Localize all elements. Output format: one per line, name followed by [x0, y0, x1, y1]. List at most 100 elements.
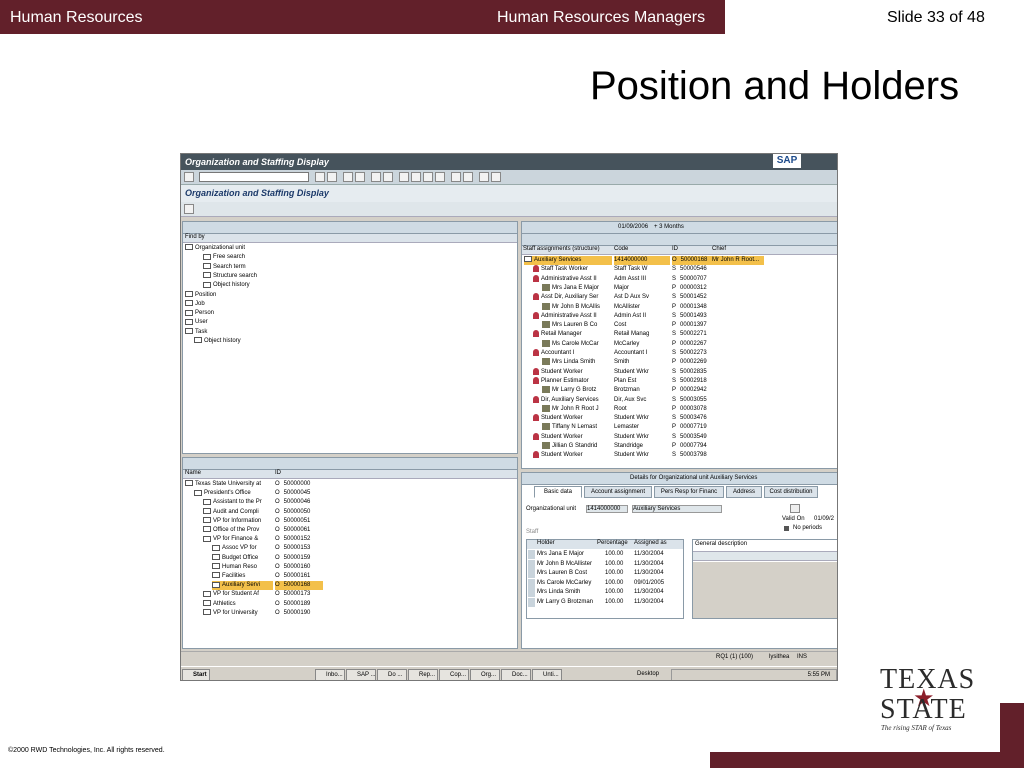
staff-assignment-row[interactable]: Planner Estimator Plan Est S 50002918 [522, 376, 837, 386]
command-field[interactable] [199, 172, 309, 182]
staff-assignment-row[interactable]: Accountant I Accountant I S 50002273 [522, 349, 837, 358]
find-by-item[interactable]: Task [183, 328, 517, 337]
staff-assignment-row[interactable]: Retail Manager Retail Manag S 50002271 [522, 330, 837, 339]
last-page-icon[interactable] [435, 172, 445, 182]
staff-assignment-row[interactable]: Mr John R Root J Root P 00003078 [522, 404, 837, 414]
save-icon[interactable] [327, 172, 337, 182]
row-selector[interactable] [528, 578, 535, 588]
holder-row[interactable]: Ms Carole McCarley 100.00 09/01/2005 [527, 578, 683, 588]
id-cell: P 00001397 [672, 321, 712, 330]
find-by-item[interactable]: Search term [183, 263, 517, 272]
staff-assignment-row[interactable]: Staff Task Worker Staff Task W S 50000546 [522, 265, 837, 274]
taskbar-item[interactable]: Inbo... [315, 669, 345, 680]
hitlist-row[interactable]: Auxiliary Servi O 50000168 [183, 581, 517, 591]
taskbar-item[interactable]: Org... [470, 669, 500, 680]
staff-assignment-row[interactable]: Administrative Asst II Admin Ast II S 50001… [522, 311, 837, 321]
find-by-item[interactable]: Organizational unit [183, 244, 517, 253]
row-selector[interactable] [528, 597, 535, 607]
row-selector[interactable] [528, 550, 535, 559]
staff-assignment-row[interactable]: Student Worker Student Wrkr S 50003549 [522, 432, 837, 442]
find-by-item[interactable]: Object history [183, 337, 517, 346]
shortcut-icon[interactable] [463, 172, 473, 182]
hitlist-row[interactable]: VP for Finance & O 50000152 [183, 535, 517, 544]
taskbar-item[interactable]: Unti... [532, 669, 562, 680]
back-icon[interactable] [315, 172, 325, 182]
hitlist-row[interactable]: Assistant to the Pr O 50000046 [183, 498, 517, 507]
hitlist-row[interactable]: Texas State University at O 50000000 [183, 480, 517, 489]
row-selector[interactable] [528, 559, 535, 569]
hitlist-id: 50000168 [283, 582, 311, 589]
next-page-icon[interactable] [423, 172, 433, 182]
taskbar-item[interactable]: Do ... [377, 669, 407, 680]
wand-icon[interactable] [184, 204, 194, 214]
hitlist-row[interactable]: President's Office O 50000045 [183, 489, 517, 498]
staff-assignment-row[interactable]: Auxiliary Services 1414000000 O 50000168 Mr … [522, 256, 837, 265]
hitlist-row[interactable]: Audit and Compli O 50000050 [183, 508, 517, 517]
hitlist-row[interactable]: Budget Office O 50000159 [183, 554, 517, 563]
tab-cost-distribution[interactable]: Cost distribution [764, 486, 818, 498]
staff-assignment-row[interactable]: Dir, Auxiliary Services Dir, Aux Svc S 5000… [522, 395, 837, 405]
row-selector[interactable] [528, 588, 535, 597]
print-icon[interactable] [371, 172, 381, 182]
hitlist-row[interactable]: Office of the Prov O 50000061 [183, 526, 517, 535]
staff-assignment-row[interactable]: Administrative Asst II Adm Asst III S 50000… [522, 274, 837, 284]
no-periods-checkbox[interactable] [784, 526, 789, 531]
tab-account-assignment[interactable]: Account assignment [584, 486, 652, 498]
staff-assignment-row[interactable]: Mr Larry G Brotz Brotzman P 00002942 [522, 386, 837, 395]
structure-cell: Ms Carole McCar [542, 339, 612, 349]
tab-address[interactable]: Address [726, 486, 762, 498]
hitlist-row[interactable]: Athletics O 50000189 [183, 600, 517, 609]
taskbar-item[interactable]: SAP ... [346, 669, 376, 680]
holder-row[interactable]: Mr John B McAllister 100.00 11/30/2004 [527, 559, 683, 569]
description-text-area[interactable] [693, 562, 837, 618]
enter-icon[interactable] [184, 172, 194, 182]
layout-icon[interactable] [491, 172, 501, 182]
hitlist-row[interactable]: VP for University O 50000190 [183, 609, 517, 618]
hitlist-row[interactable]: Assoc VP for O 50000153 [183, 544, 517, 553]
hitlist-row[interactable]: Facilities O 50000161 [183, 572, 517, 581]
staff-assignment-row[interactable]: Student Worker Student Wrkr S 50003798 [522, 451, 837, 460]
tab-pers-resp-for-financ[interactable]: Pers Resp for Financ [654, 486, 724, 498]
first-page-icon[interactable] [399, 172, 409, 182]
staff-assignment-row[interactable]: Mrs Lauren B Co Cost P 00001397 [522, 321, 837, 330]
hitlist-row[interactable]: VP for Information O 50000051 [183, 517, 517, 526]
hitlist-id-cell: O 50000190 [275, 609, 323, 618]
new-session-icon[interactable] [451, 172, 461, 182]
holder-row[interactable]: Mrs Linda Smith 100.00 11/30/2004 [527, 588, 683, 597]
find-by-item[interactable]: User [183, 318, 517, 327]
find-icon[interactable] [383, 172, 393, 182]
staff-assignment-row[interactable]: Student Worker Student Wrkr S 50003476 [522, 414, 837, 423]
find-by-item[interactable]: Person [183, 309, 517, 318]
help-icon[interactable] [479, 172, 489, 182]
find-by-item[interactable]: Object history [183, 281, 517, 290]
taskbar-item[interactable]: Cop... [439, 669, 469, 680]
zoom-icon[interactable] [790, 504, 800, 513]
tab-basic-data[interactable]: Basic data [534, 486, 582, 498]
find-by-item[interactable]: Structure search [183, 272, 517, 281]
holder-row[interactable]: Mrs Lauren B Cost 100.00 11/30/2004 [527, 569, 683, 578]
hitlist-row[interactable]: Human Reso O 50000160 [183, 563, 517, 572]
staff-assignment-row[interactable]: Mrs Linda Smith Smith P 00002269 [522, 358, 837, 367]
staff-assignment-row[interactable]: Ms Carole McCar McCarley P 00002267 [522, 339, 837, 349]
staff-assignment-row[interactable]: Mr John B McAllis McAllister P 00001348 [522, 302, 837, 312]
desktop-toolbar-label[interactable]: Desktop [635, 669, 669, 680]
sap-window: Organization and Staffing Display SAP Or… [180, 153, 838, 681]
holder-row[interactable]: Mrs Jana E Major 100.00 11/30/2004 [527, 550, 683, 559]
staff-assignment-row[interactable]: Student Worker Student Wrkr S 50002835 [522, 367, 837, 377]
staff-assignment-row[interactable]: Tiffany N Lemast Lemaster P 00007719 [522, 423, 837, 432]
staff-assignment-row[interactable]: Asst Dir, Auxiliary Ser Ast D Aux Sv S 5000… [522, 293, 837, 302]
find-by-item[interactable]: Job [183, 300, 517, 309]
row-selector[interactable] [528, 569, 535, 578]
taskbar-item[interactable]: Doc... [501, 669, 531, 680]
find-by-item[interactable]: Free search [183, 253, 517, 262]
hitlist-row[interactable]: VP for Student Af O 50000173 [183, 590, 517, 599]
cancel-icon[interactable] [355, 172, 365, 182]
staff-assignment-row[interactable]: Mrs Jana E Major Major P 00000312 [522, 283, 837, 293]
prev-page-icon[interactable] [411, 172, 421, 182]
holder-row[interactable]: Mr Larry G Brotzman 100.00 11/30/2004 [527, 597, 683, 607]
staff-assignment-row[interactable]: Jillian G Standrid Standridge P 00007794 [522, 442, 837, 451]
taskbar-item[interactable]: Rep... [408, 669, 438, 680]
find-by-item[interactable]: Position [183, 290, 517, 300]
exit-icon[interactable] [343, 172, 353, 182]
start-button[interactable]: Start [182, 669, 210, 680]
